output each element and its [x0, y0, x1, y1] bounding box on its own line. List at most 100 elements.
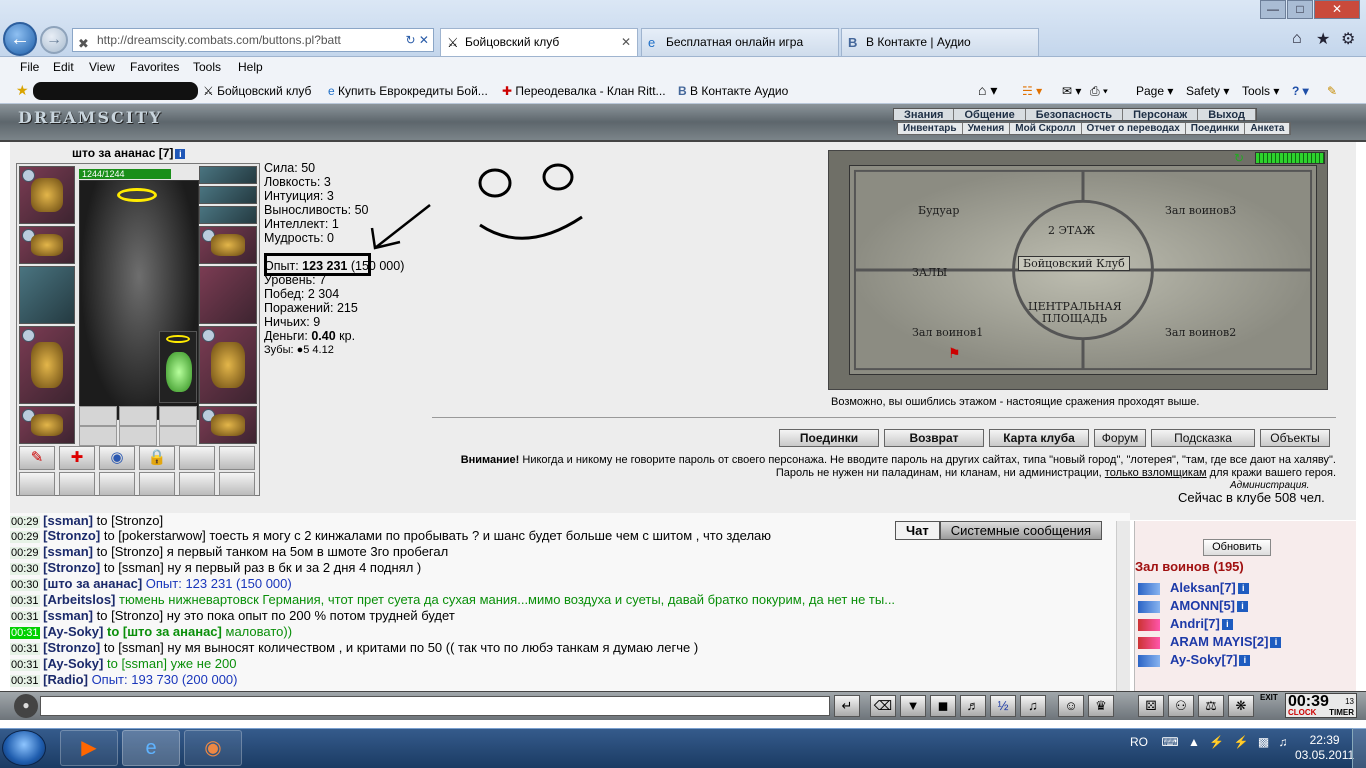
network-icon[interactable]: ▩ — [1258, 735, 1269, 749]
attack-icon[interactable]: ✎ — [19, 446, 55, 470]
system-clock[interactable]: 22:39 03.05.2011 — [1295, 733, 1354, 763]
helmet-slot[interactable] — [19, 166, 75, 224]
club-map-button[interactable]: Карта клуба — [989, 429, 1089, 447]
page-menu[interactable]: Page ▾ — [1136, 84, 1173, 98]
forum-button[interactable]: Форум — [1094, 429, 1146, 447]
boots-slot[interactable] — [199, 406, 257, 444]
empty-slot[interactable] — [159, 406, 197, 426]
tab-game[interactable]: e Бесплатная онлайн игра — [641, 28, 839, 56]
menu-view[interactable]: View — [89, 60, 115, 74]
language-indicator[interactable]: RO — [1130, 735, 1148, 749]
empty-button-slot[interactable] — [19, 472, 55, 496]
back-button[interactable]: ← — [3, 22, 37, 56]
close-window-button[interactable]: ✕ — [1314, 0, 1360, 19]
armor-slot[interactable] — [19, 326, 75, 404]
start-button[interactable] — [2, 730, 46, 766]
map-refresh-icon[interactable]: ↻ — [1234, 151, 1244, 165]
chat-input[interactable] — [40, 696, 830, 716]
earring-slot[interactable] — [199, 166, 257, 184]
tray-arrow-icon[interactable]: ▲ — [1188, 735, 1200, 749]
menu-knowledge[interactable]: Знания — [894, 109, 955, 121]
favorites-star-icon[interactable]: ★ — [1316, 29, 1330, 49]
map-room-boudoir[interactable]: Будуар — [918, 204, 959, 217]
empty-button-slot[interactable] — [179, 472, 215, 496]
info-icon[interactable]: i — [1237, 583, 1249, 595]
send-icon[interactable]: ↵ — [834, 695, 860, 717]
maximize-button[interactable]: □ — [1287, 0, 1313, 19]
legs-slot[interactable] — [199, 326, 257, 404]
objects-button[interactable]: Объекты — [1260, 429, 1330, 447]
empty-button-slot[interactable] — [179, 446, 215, 470]
tab-bk[interactable]: ⚔ Бойцовский клуб ✕ — [440, 28, 638, 56]
fav-clan[interactable]: ✚ Переодевалка - Клан Ritt... — [502, 84, 666, 98]
group-icon[interactable]: ⚖ — [1198, 695, 1224, 717]
gloves-slot[interactable] — [199, 226, 257, 264]
fav-eurocredits[interactable]: e Купить Еврокредиты Бой... — [328, 84, 488, 98]
player-item[interactable]: Aleksan[7] i — [1138, 580, 1249, 595]
safety-menu[interactable]: Safety ▾ — [1186, 84, 1229, 98]
exit-label[interactable]: EXIT — [1260, 693, 1278, 702]
smiley-icon[interactable]: ☺ — [1058, 695, 1084, 717]
empty-button-slot[interactable] — [219, 446, 255, 470]
empty-button-slot[interactable] — [139, 472, 175, 496]
settings-icon[interactable]: ❋ — [1228, 695, 1254, 717]
info-icon[interactable]: i — [1237, 601, 1248, 613]
player-item[interactable]: Ay-Soky[7] i — [1138, 652, 1251, 667]
inventory-icon[interactable]: ⚄ — [1138, 695, 1164, 717]
chat-nick[interactable]: [ssman] — [43, 608, 93, 623]
menu-favorites[interactable]: Favorites — [130, 60, 179, 74]
helmet-icon[interactable]: ♛ — [1088, 695, 1114, 717]
mail-icon[interactable]: ✉ ▾ — [1062, 84, 1081, 98]
empty-slot[interactable] — [79, 406, 117, 426]
filter-icon[interactable]: ▼ — [900, 695, 926, 717]
lock-icon[interactable]: 🔒 — [139, 446, 175, 470]
empty-button-slot[interactable] — [219, 472, 255, 496]
info-icon[interactable]: i — [1239, 655, 1251, 667]
return-button[interactable]: Возврат — [884, 429, 984, 447]
chat-nick[interactable]: [Ay-Soky] — [43, 624, 103, 639]
chat-nick[interactable]: [ssman] — [43, 544, 93, 559]
submenu-transfers[interactable]: Отчет о переводах — [1082, 123, 1186, 134]
settings-gear-icon[interactable]: ⚙ — [1341, 29, 1355, 49]
volume-icon[interactable]: ♫ — [1279, 735, 1288, 749]
feeds-icon[interactable]: ☵ ▾ — [1022, 84, 1042, 98]
favorites-star-icon[interactable]: ★ — [16, 82, 29, 99]
chat-nick[interactable]: [Radio] — [43, 672, 88, 687]
menu-character[interactable]: Персонаж — [1123, 109, 1199, 121]
hint-button[interactable]: Подсказка — [1151, 429, 1255, 447]
empty-slot[interactable] — [119, 406, 157, 426]
map-room-hall2[interactable]: Зал воинов2 — [1165, 326, 1236, 339]
timer-label[interactable]: TIMER — [1329, 708, 1354, 717]
submenu-battles[interactable]: Поединки — [1186, 123, 1246, 134]
empty-slot[interactable] — [79, 426, 117, 446]
chat-nick[interactable]: [Stronzo] — [43, 640, 100, 655]
amulet-slot[interactable] — [199, 186, 257, 204]
menu-edit[interactable]: Edit — [53, 60, 74, 74]
refresh-icon[interactable]: ↻ ✕ — [406, 29, 429, 51]
submenu-profile[interactable]: Анкета — [1245, 123, 1291, 134]
belt-slot[interactable] — [19, 406, 75, 444]
player-item[interactable]: ARAM MAYIS[2] i — [1138, 634, 1282, 649]
empty-slot[interactable] — [159, 426, 197, 446]
chat-nick[interactable]: [Stronzo] — [43, 560, 100, 575]
home-cmd-icon[interactable]: ⌂ ▾ — [978, 82, 997, 99]
sound-icon[interactable]: ♫ — [1020, 695, 1046, 717]
info-icon[interactable]: i — [1270, 637, 1282, 649]
orb-icon[interactable]: ◉ — [99, 446, 135, 470]
menu-communication[interactable]: Общение — [954, 109, 1026, 121]
chat-mode-icon[interactable]: ● — [14, 694, 38, 718]
research-icon[interactable]: ✎ — [1327, 84, 1337, 98]
map-room-hall1[interactable]: Зал воинов1 — [912, 326, 983, 339]
ie-taskbar-icon[interactable]: e — [122, 730, 180, 766]
menu-tools[interactable]: Tools — [193, 60, 221, 74]
power-icon[interactable]: ⚡ — [1234, 735, 1249, 749]
menu-exit[interactable]: Выход — [1198, 109, 1256, 121]
character-icon[interactable]: ⚇ — [1168, 695, 1194, 717]
rings-slot[interactable] — [199, 206, 257, 224]
player-item[interactable]: AMONN[5] i — [1138, 598, 1248, 613]
submenu-scroll[interactable]: Мой Скролл — [1010, 123, 1082, 134]
chat-nick[interactable]: [ssman] — [43, 513, 93, 528]
battles-button[interactable]: Поединки — [779, 429, 879, 447]
info-icon[interactable]: i — [1221, 619, 1233, 631]
heal-icon[interactable]: ✚ — [59, 446, 95, 470]
